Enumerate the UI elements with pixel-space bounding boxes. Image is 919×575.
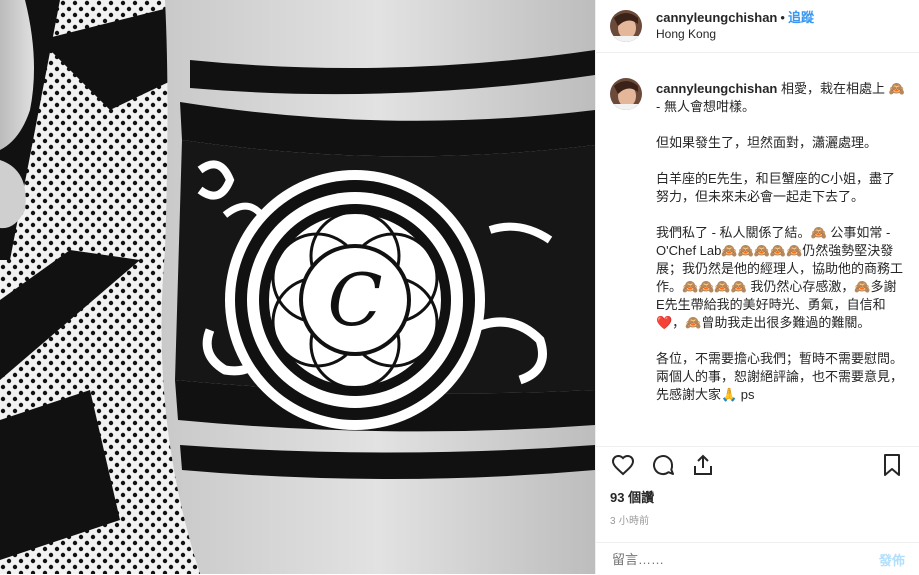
location-link[interactable]: Hong Kong: [656, 26, 814, 42]
icon-row: [610, 447, 905, 483]
timestamp[interactable]: 3 小時前: [610, 512, 905, 527]
post-header: cannyleungchishan • 追蹤 Hong Kong: [596, 0, 919, 53]
avatar[interactable]: [610, 10, 642, 42]
caption-text: cannyleungchishan 相愛，栽在相處上 🙈 - 無人會想咁樣。 但…: [656, 68, 905, 422]
post-comment-button[interactable]: 發佈: [879, 550, 905, 569]
bookmark-icon[interactable]: [879, 452, 905, 478]
caption-paragraph: 我們私了 - 私人關係了結。🙈 公事如常 - O'Chef Lab🙈🙈🙈🙈🙈仍然…: [656, 225, 904, 330]
comment-icon[interactable]: [650, 452, 676, 478]
caption-paragraph: cannyleungchishan 相愛，栽在相處上 🙈 - 無人會想咁樣。: [656, 80, 905, 116]
caption-area: cannyleungchishan 相愛，栽在相處上 🙈 - 無人會想咁樣。 但…: [610, 68, 905, 438]
post-photo[interactable]: C: [0, 0, 595, 574]
comment-input[interactable]: [610, 550, 879, 568]
action-bar: 93 個讚 3 小時前: [596, 446, 919, 527]
caption-row: cannyleungchishan 相愛，栽在相處上 🙈 - 無人會想咁樣。 但…: [610, 68, 905, 422]
instagram-post: C cannyleungchishan • 追蹤 Hong Kong canny…: [0, 0, 919, 574]
likes-count[interactable]: 93 個讚: [610, 487, 905, 506]
caption-avatar[interactable]: [610, 78, 642, 110]
tattoo-photo: C: [0, 0, 595, 574]
header-text: cannyleungchishan • 追蹤 Hong Kong: [656, 10, 814, 42]
heart-icon[interactable]: [610, 452, 636, 478]
follow-button[interactable]: 追蹤: [788, 10, 814, 25]
add-comment-bar: 發佈: [596, 542, 919, 575]
post-sidebar: cannyleungchishan • 追蹤 Hong Kong cannyleun…: [595, 0, 919, 574]
caption-username[interactable]: cannyleungchishan: [656, 81, 777, 96]
share-icon[interactable]: [690, 452, 716, 478]
tattoo-letter: C: [327, 258, 382, 342]
username-link[interactable]: cannyleungchishan: [656, 10, 777, 25]
separator-dot: •: [780, 10, 785, 25]
caption-paragraph: 白羊座的E先生，和巨蟹座的C小姐，盡了努力，但未來未必會一起走下去了。: [656, 171, 896, 204]
caption-paragraph: 各位，不需要擔心我們；暫時不需要慰問。兩個人的事，恕謝絕評論，也不需要意見，先感…: [656, 351, 904, 402]
caption-paragraph: 但如果發生了，坦然面對，瀟灑處理。: [656, 135, 878, 150]
